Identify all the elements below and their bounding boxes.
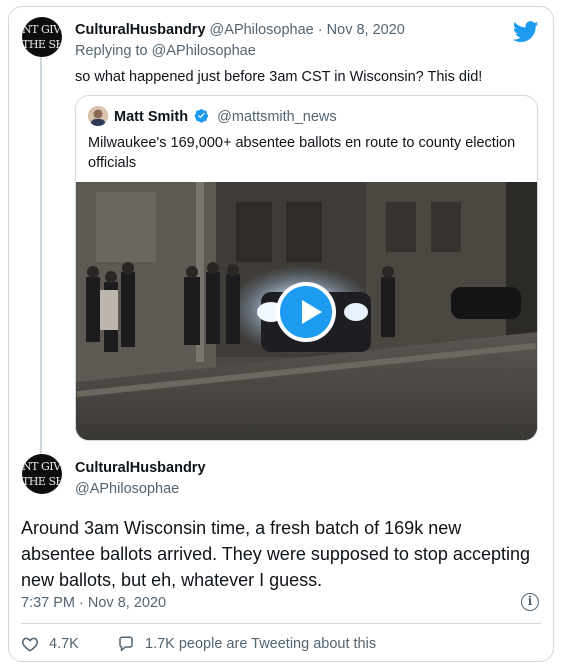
avatar-text-line-2: THE SHI [22, 475, 62, 488]
avatar-text-line-1: NT GIVE [22, 460, 62, 473]
quote-author-name[interactable]: Matt Smith [114, 109, 188, 125]
play-icon[interactable] [276, 282, 336, 342]
video-thumbnail[interactable] [76, 182, 537, 440]
quoted-tweet[interactable]: Matt Smith @mattsmith_news Milwaukee's 1… [75, 95, 538, 441]
conversation-button[interactable]: 1.7K people are Tweeting about this [117, 635, 376, 653]
avatar[interactable]: NT GIVE THE SHI [22, 17, 62, 57]
thread-line [40, 57, 42, 455]
tweet-date[interactable]: Nov 8, 2020 [327, 22, 405, 38]
like-count: 4.7K [49, 636, 79, 652]
quote-avatar-image [88, 106, 108, 126]
tweet-card: NT GIVE THE SHI CulturalHusbandry @APhil… [8, 6, 554, 662]
separator: · [317, 22, 323, 38]
heart-icon [21, 637, 39, 652]
replying-to: Replying to @APhilosophae [75, 43, 256, 59]
author-handle[interactable]: @APhilosophae [210, 22, 314, 38]
replying-prefix: Replying to [75, 43, 148, 59]
quote-header: Matt Smith @mattsmith_news [114, 108, 337, 125]
twitter-bird-icon[interactable] [513, 21, 539, 43]
avatar-text-line-1: NT GIVE [22, 23, 62, 36]
quote-text: Milwaukee's 169,000+ absentee ballots en… [88, 135, 516, 171]
tweet-text: Around 3am Wisconsin time, a fresh batch… [21, 518, 530, 590]
replying-to-handle[interactable]: @APhilosophae [152, 43, 256, 59]
tweet-header: CulturalHusbandry @APhilosophae · Nov 8,… [75, 22, 405, 38]
quote-avatar[interactable] [88, 106, 108, 126]
author-name[interactable]: CulturalHusbandry [75, 22, 206, 38]
author-name[interactable]: CulturalHusbandry [75, 460, 206, 476]
verified-badge-icon [194, 109, 209, 123]
divider [21, 623, 541, 624]
quote-author-handle[interactable]: @mattsmith_news [217, 109, 336, 125]
author-handle[interactable]: @APhilosophae [75, 481, 179, 497]
conversation-count: 1.7K people are Tweeting about this [145, 636, 377, 652]
info-icon[interactable]: i [521, 593, 539, 611]
tweet-timestamp[interactable]: 7:37 PM · Nov 8, 2020 [21, 595, 166, 611]
conversation-icon [119, 636, 133, 652]
avatar[interactable]: NT GIVE THE SHI [22, 454, 62, 494]
tweet-text: so what happened just before 3am CST in … [75, 69, 483, 85]
avatar-text-line-2: THE SHI [22, 38, 62, 51]
like-button[interactable]: 4.7K [21, 635, 79, 653]
